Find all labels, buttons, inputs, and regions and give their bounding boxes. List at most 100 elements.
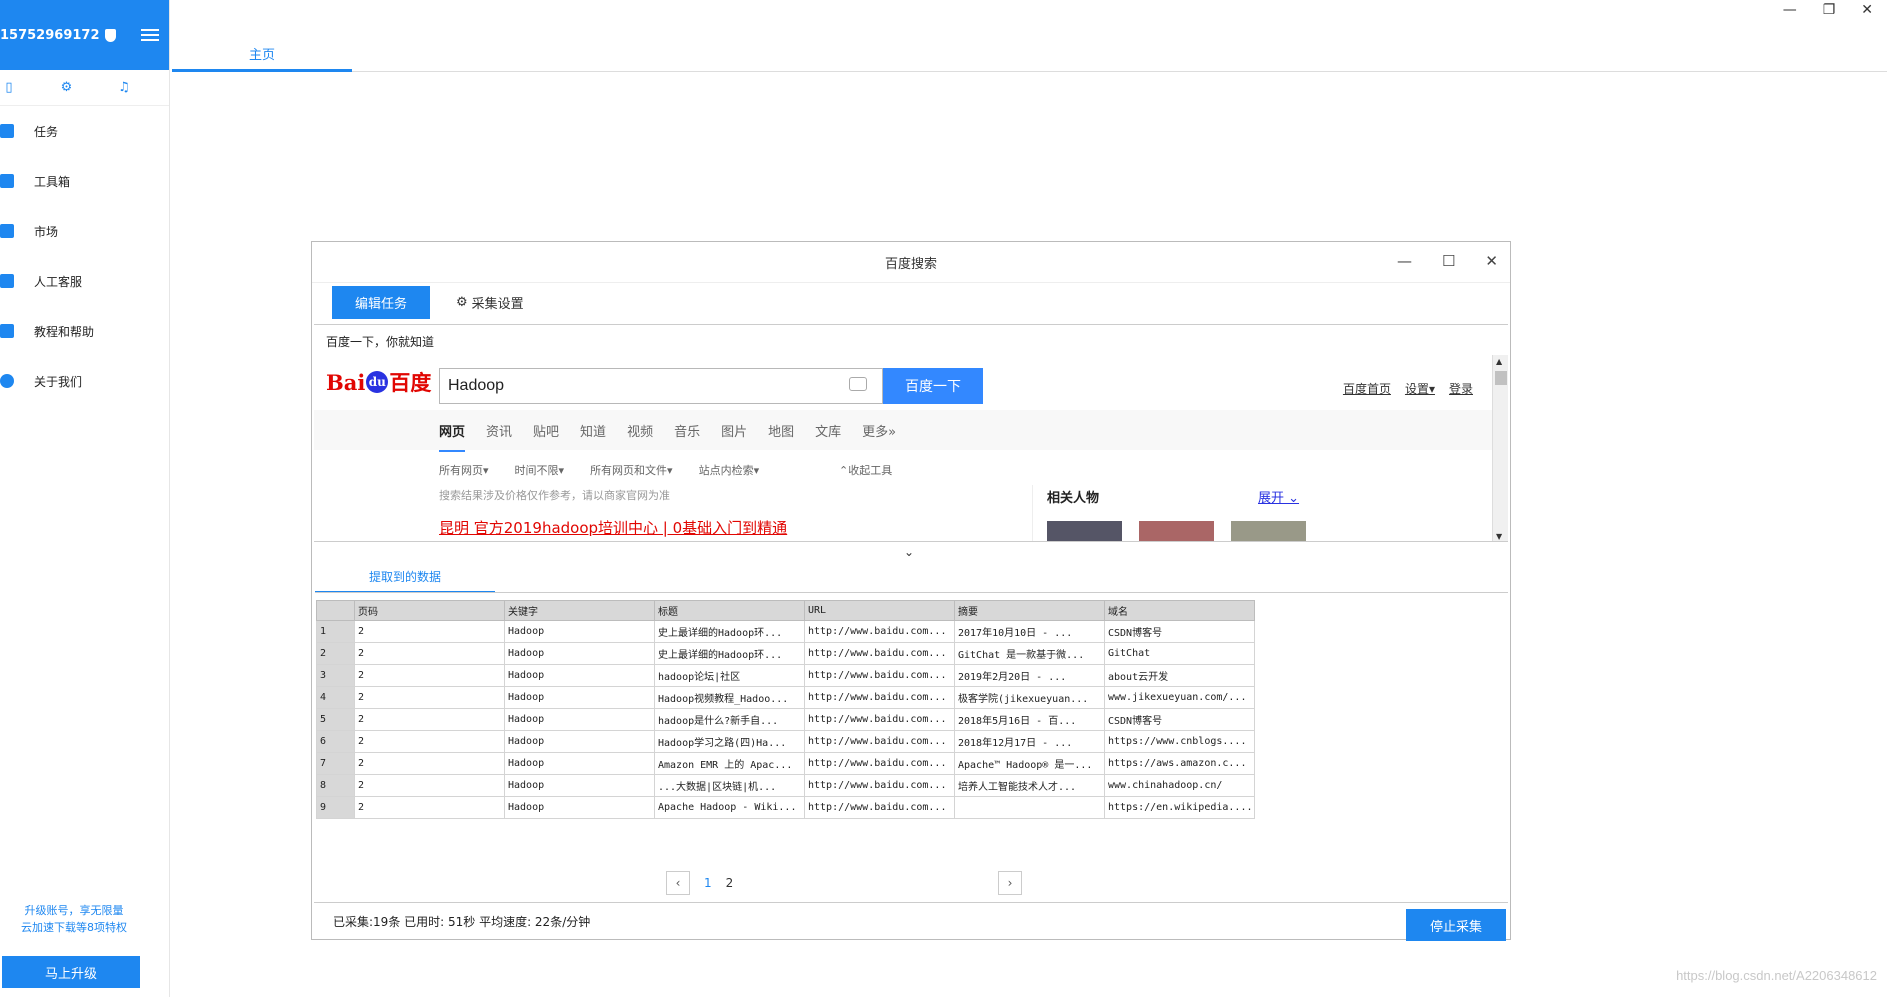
browser-scrollbar[interactable]: ▲ ▼ [1492,355,1508,541]
page-number[interactable]: 1 [704,876,712,890]
table-cell[interactable] [954,796,1105,819]
filter-time[interactable]: 时间不限▾ [515,462,565,478]
tab-edit-task[interactable]: 编辑任务 [332,286,430,319]
tab-extracted-data[interactable]: 提取到的数据 [315,568,495,593]
scroll-down-icon[interactable]: ▼ [1496,532,1502,541]
embedded-browser[interactable]: 百度一下，你就知道 Bai du 百度 Hadoop 百度一下 百度首页 设置▾… [314,324,1508,542]
nav-web[interactable]: 网页 [439,421,466,452]
gear-icon[interactable]: ⚙ [60,80,74,95]
table-cell[interactable]: GitChat 是一款基于微... [954,642,1105,665]
table-cell[interactable]: hadoop论坛|社区 [654,664,805,687]
column-header[interactable]: 域名 [1104,600,1255,621]
nav-maps[interactable]: 地图 [768,421,794,440]
expand-link[interactable]: 展开 ⌄ [1258,487,1299,506]
nav-music[interactable]: 音乐 [674,421,700,440]
table-cell[interactable]: Hadoop学习之路(四)Ha... [654,730,805,753]
baidu-logo[interactable]: Bai du 百度 [326,367,431,397]
table-cell[interactable]: https://en.wikipedia.... [1104,796,1255,819]
table-row[interactable]: 7 2 Hadoop Amazon EMR 上的 Apac... http://www.… [316,752,1255,775]
prev-page-button[interactable]: ‹ [666,871,690,895]
table-cell[interactable]: GitChat [1104,642,1255,665]
table-cell[interactable]: 2 [354,664,505,687]
column-header[interactable]: URL [804,600,955,621]
headset-icon[interactable]: ♫ [117,80,131,95]
sidebar-item-market[interactable]: 市场 [0,206,169,256]
table-cell[interactable]: http://www.baidu.com... [804,620,955,643]
table-cell[interactable]: 2018年12月17日 - ... [954,730,1105,753]
table-cell[interactable]: Hadoop [504,730,655,753]
table-cell[interactable]: Hadoop [504,620,655,643]
table-cell[interactable]: http://www.baidu.com... [804,730,955,753]
table-cell[interactable]: Apache Hadoop - Wiki... [654,796,805,819]
maximize-icon[interactable]: ☐ [1442,252,1455,270]
chevron-down-icon[interactable]: ⌄ [904,545,914,559]
nav-video[interactable]: 视频 [627,421,653,440]
nav-more[interactable]: 更多» [862,421,896,440]
table-cell[interactable]: about云开发 [1104,664,1255,687]
table-cell[interactable]: Apache™ Hadoop® 是一... [954,752,1105,775]
search-button[interactable]: 百度一下 [883,368,983,404]
stop-collecting-button[interactable]: 停止采集 [1406,909,1506,941]
table-cell[interactable]: http://www.baidu.com... [804,774,955,797]
table-cell[interactable]: 2018年5月16日 - 百... [954,708,1105,731]
table-cell[interactable]: https://www.cnblogs.... [1104,730,1255,753]
scroll-up-icon[interactable]: ▲ [1496,357,1502,366]
link-home[interactable]: 百度首页 [1343,380,1391,397]
link-login[interactable]: 登录 [1449,380,1473,397]
tab-collect-settings[interactable]: ⚙ 采集设置 [456,293,524,312]
link-settings[interactable]: 设置▾ [1405,380,1435,397]
column-header[interactable]: 摘要 [954,600,1105,621]
table-cell[interactable]: ...大数据|区块链|机... [654,774,805,797]
close-icon[interactable]: ✕ [1861,2,1873,18]
sidebar-item-support[interactable]: 人工客服 [0,256,169,306]
table-cell[interactable]: http://www.baidu.com... [804,708,955,731]
column-header[interactable]: 标题 [654,600,805,621]
table-cell[interactable]: 2 [354,796,505,819]
nav-news[interactable]: 资讯 [486,421,512,440]
table-cell[interactable]: Hadoop视频教程_Hadoo... [654,686,805,709]
close-icon[interactable]: ✕ [1485,252,1498,270]
table-cell[interactable]: CSDN博客号 [1104,620,1255,643]
table-cell[interactable]: 培养人工智能技术人才... [954,774,1105,797]
sidebar-item-help[interactable]: 教程和帮助 [0,306,169,356]
table-cell[interactable]: hadoop是什么?新手自... [654,708,805,731]
nav-zhidao[interactable]: 知道 [580,421,606,440]
restore-icon[interactable]: ❐ [1823,2,1836,18]
upgrade-button[interactable]: 马上升级 [2,956,140,988]
table-cell[interactable]: http://www.baidu.com... [804,664,955,687]
table-cell[interactable]: 2 [354,642,505,665]
person-photo[interactable] [1047,521,1122,541]
table-cell[interactable]: http://www.baidu.com... [804,752,955,775]
table-cell[interactable]: http://www.baidu.com... [804,686,955,709]
table-cell[interactable]: www.chinahadoop.cn/ [1104,774,1255,797]
tab-home[interactable]: 主页 [172,44,352,72]
person-photo[interactable] [1139,521,1214,541]
sidebar-item-about[interactable]: 关于我们 [0,356,169,406]
filter-pages[interactable]: 所有网页▾ [439,462,489,478]
table-cell[interactable]: 2 [354,730,505,753]
table-row[interactable]: 4 2 Hadoop Hadoop视频教程_Hadoo... http://www.ba… [316,686,1255,709]
collapse-tools-link[interactable]: ⌃收起工具 [839,462,892,478]
page-number[interactable]: 2 [726,876,734,890]
person-photo[interactable] [1231,521,1306,541]
filter-site[interactable]: 站点内检索▾ [699,462,760,478]
clipboard-icon[interactable]: ▯ [2,80,16,95]
table-cell[interactable]: 2 [354,686,505,709]
account-label[interactable]: 15752969172 [0,28,116,43]
table-cell[interactable]: 2 [354,752,505,775]
table-row[interactable]: 5 2 Hadoop hadoop是什么?新手自... http://www.baidu… [316,708,1255,731]
table-row[interactable]: 3 2 Hadoop hadoop论坛|社区 http://www.baidu.com.… [316,664,1255,687]
column-header[interactable]: 关键字 [504,600,655,621]
table-cell[interactable]: Hadoop [504,642,655,665]
table-cell[interactable]: 2017年10月10日 - ... [954,620,1105,643]
table-cell[interactable]: www.jikexueyuan.com/... [1104,686,1255,709]
sidebar-item-toolbox[interactable]: 工具箱 [0,156,169,206]
table-row[interactable]: 9 2 Hadoop Apache Hadoop - Wiki... http://ww… [316,796,1255,819]
table-cell[interactable]: 2 [354,620,505,643]
table-cell[interactable]: http://www.baidu.com... [804,642,955,665]
menu-icon[interactable] [141,29,159,41]
next-page-button[interactable]: › [998,871,1022,895]
table-cell[interactable]: 2019年2月20日 - ... [954,664,1105,687]
table-cell[interactable]: Amazon EMR 上的 Apac... [654,752,805,775]
table-cell[interactable]: 极客学院(jikexueyuan... [954,686,1105,709]
